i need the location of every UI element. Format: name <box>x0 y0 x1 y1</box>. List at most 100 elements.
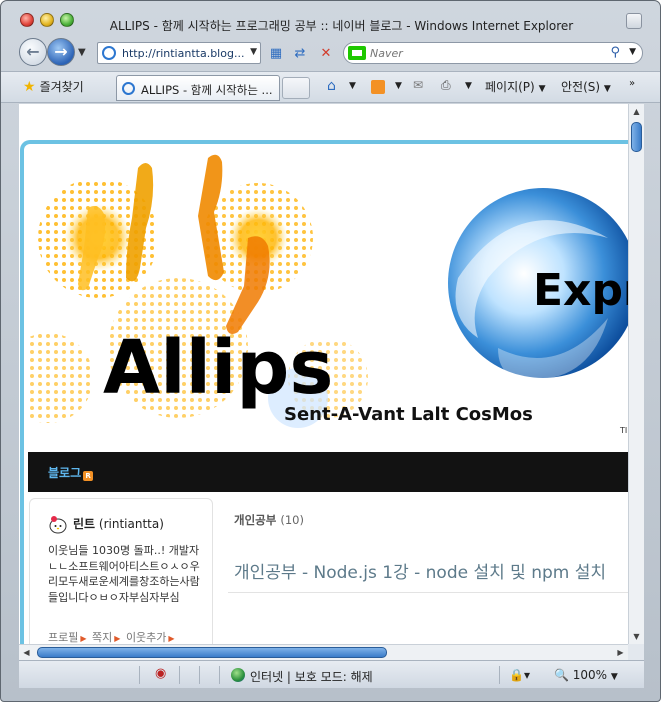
privacy-report-icon[interactable]: ◉ <box>155 666 166 681</box>
chevron-down-icon[interactable]: ▼ <box>250 47 257 57</box>
safety-menu-label: 안전(S) <box>561 80 601 94</box>
category-name: 개인공부 <box>234 513 277 527</box>
banner-brand-text: Allips <box>103 325 333 411</box>
blog-menu-bar: 블로그 R <box>28 452 628 492</box>
title-bar: ALLIPS - 함께 시작하는 프로그래밍 공부 :: 네이버 블로그 - W… <box>1 1 660 35</box>
search-icon[interactable]: ⚲ <box>610 45 620 60</box>
naver-logo-icon <box>348 46 366 60</box>
compatibility-view-icon[interactable]: ▦ <box>267 45 285 63</box>
profile-nickname: 린트 <box>73 517 96 531</box>
toolbar-toggle-button[interactable] <box>626 13 642 29</box>
chevron-down-icon: ▼ <box>610 672 618 682</box>
tab-active[interactable]: ALLIPS - 함께 시작하는 ... <box>116 75 280 101</box>
vertical-scroll-thumb[interactable] <box>631 122 642 152</box>
post-list: 개인공부 (10) 개인공부 - Node.js 1강 - node 설치 및 … <box>228 498 628 644</box>
stop-icon[interactable]: ✕ <box>317 45 335 63</box>
blog-menu-link[interactable]: 블로그 R <box>48 464 94 481</box>
profile-link[interactable]: 프로필 <box>48 631 78 644</box>
zoom-level: 100% <box>572 668 608 682</box>
rss-icon: R <box>83 471 94 481</box>
page-menu[interactable]: 페이지(P) ▼ <box>485 78 545 95</box>
search-options-dropdown[interactable]: ▼ <box>629 47 636 57</box>
home-dropdown[interactable]: ▼ <box>349 81 356 91</box>
window-title: ALLIPS - 함께 시작하는 프로그래밍 공부 :: 네이버 블로그 - W… <box>109 19 574 33</box>
avatar[interactable] <box>48 515 68 535</box>
search-input[interactable] <box>370 45 600 61</box>
tab-bar: ★ 즐겨찾기 ALLIPS - 함께 시작하는 ... ⌂ ▼ ▼ ✉ ⎙ ▼ 페… <box>1 71 660 103</box>
divider <box>199 666 200 684</box>
horizontal-scrollbar[interactable]: ◀ ▶ <box>19 644 628 660</box>
search-box[interactable]: ⚲ ▼ <box>343 42 643 64</box>
divider <box>499 666 500 684</box>
banner-artwork: Allips Sent-A-Vant Lalt CosMos Expr TI <box>28 154 628 435</box>
scroll-left-arrow-icon[interactable]: ◀ <box>19 645 34 660</box>
triangle-right-icon: ▶ <box>114 634 121 643</box>
category-heading[interactable]: 개인공부 (10) <box>234 512 304 528</box>
triangle-right-icon: ▶ <box>80 634 87 643</box>
address-url: http://rintiantta.blog... <box>122 47 245 60</box>
ie-page-icon <box>102 46 116 60</box>
banner-tagline-text: Sent-A-Vant Lalt CosMos <box>284 404 533 425</box>
new-tab-button[interactable] <box>282 77 310 99</box>
chevron-down-icon: ▼ <box>603 84 611 94</box>
print-icon[interactable]: ⎙ <box>441 78 451 93</box>
home-icon[interactable]: ⌂ <box>327 78 336 94</box>
more-commands-chevron-icon[interactable]: » <box>629 78 635 89</box>
minimize-window-button[interactable] <box>40 13 54 27</box>
blog-banner: Allips Sent-A-Vant Lalt CosMos Expr TI <box>28 148 628 452</box>
refresh-icon[interactable]: ⇄ <box>291 45 309 63</box>
safety-menu[interactable]: 안전(S) ▼ <box>561 78 611 95</box>
zoom-window-button[interactable] <box>60 13 74 27</box>
page-menu-label: 페이지(P) <box>485 80 535 94</box>
scroll-down-arrow-icon[interactable]: ▼ <box>629 629 644 644</box>
scroll-up-arrow-icon[interactable]: ▲ <box>629 104 644 119</box>
internet-zone-icon <box>231 668 245 682</box>
banner-small-mark: TI <box>619 426 627 435</box>
forward-button[interactable]: → <box>47 38 75 66</box>
rss-feed-icon[interactable] <box>371 80 385 94</box>
divider <box>219 666 220 684</box>
arrow-right-icon: → <box>54 42 68 61</box>
profile-card: 린트 (rintiantta) 이웃님들 1030명 돌파..! 개발자ㄴㄴ소프… <box>29 498 213 644</box>
favorites-label: 즐겨찾기 <box>39 80 84 94</box>
recent-pages-dropdown[interactable]: ▼ <box>78 47 86 58</box>
divider <box>228 592 628 593</box>
divider <box>179 666 180 684</box>
mail-icon[interactable]: ✉ <box>413 78 423 92</box>
chevron-down-icon: ▼ <box>538 84 546 94</box>
close-window-button[interactable] <box>20 13 34 27</box>
horizontal-scroll-thumb[interactable] <box>37 647 387 658</box>
vertical-scrollbar[interactable]: ▲ ▼ <box>628 104 644 644</box>
profile-links: 프로필 ▶ 쪽지 ▶ 이웃추가 ▶ <box>48 629 177 644</box>
arrow-left-icon: ← <box>26 42 40 61</box>
protected-mode-icon[interactable]: 🔒▾ <box>509 668 530 682</box>
blog-menu-label: 블로그 <box>48 466 82 480</box>
address-bar[interactable]: http://rintiantta.blog... ▼ <box>97 42 261 64</box>
navigation-bar: ← → ▼ http://rintiantta.blog... ▼ ▦ ⇄ ✕ … <box>1 35 660 71</box>
divider <box>139 666 140 684</box>
blog-frame: Allips Sent-A-Vant Lalt CosMos Expr TI 블… <box>20 140 628 644</box>
post-title-link[interactable]: 개인공부 - Node.js 1강 - node 설치 및 npm 설치 <box>234 558 606 583</box>
scroll-right-arrow-icon[interactable]: ▶ <box>613 645 628 660</box>
category-count: (10) <box>280 513 304 527</box>
feeds-dropdown[interactable]: ▼ <box>395 81 402 91</box>
profile-name[interactable]: 린트 (rintiantta) <box>73 515 164 532</box>
back-button[interactable]: ← <box>19 38 47 66</box>
browser-window: ALLIPS - 함께 시작하는 프로그래밍 공부 :: 네이버 블로그 - W… <box>0 0 661 702</box>
profile-intro: 이웃님들 1030명 돌파..! 개발자ㄴㄴ소프트웨어아티스트ㅇㅅㅇ우리모두새로… <box>48 544 200 604</box>
security-zone-text[interactable]: 인터넷 | 보호 모드: 해제 <box>250 668 373 685</box>
banner-partial-word: Expr <box>533 265 628 316</box>
star-icon: ★ <box>23 79 36 95</box>
scrollbar-corner <box>628 644 644 660</box>
add-neighbor-link[interactable]: 이웃추가 <box>126 631 166 644</box>
zoom-control[interactable]: 🔍 100% ▼ <box>554 668 618 682</box>
triangle-right-icon: ▶ <box>168 634 175 643</box>
ie-page-icon <box>122 82 135 95</box>
web-page: Allips Sent-A-Vant Lalt CosMos Expr TI 블… <box>19 104 628 644</box>
favorites-button[interactable]: ★ 즐겨찾기 <box>23 78 84 95</box>
profile-user-id: (rintiantta) <box>98 517 164 531</box>
message-link[interactable]: 쪽지 <box>92 631 112 644</box>
status-bar: ◉ 인터넷 | 보호 모드: 해제 🔒▾ 🔍 100% ▼ <box>19 660 644 688</box>
print-dropdown[interactable]: ▼ <box>465 81 472 91</box>
tab-label: ALLIPS - 함께 시작하는 ... <box>141 83 273 97</box>
